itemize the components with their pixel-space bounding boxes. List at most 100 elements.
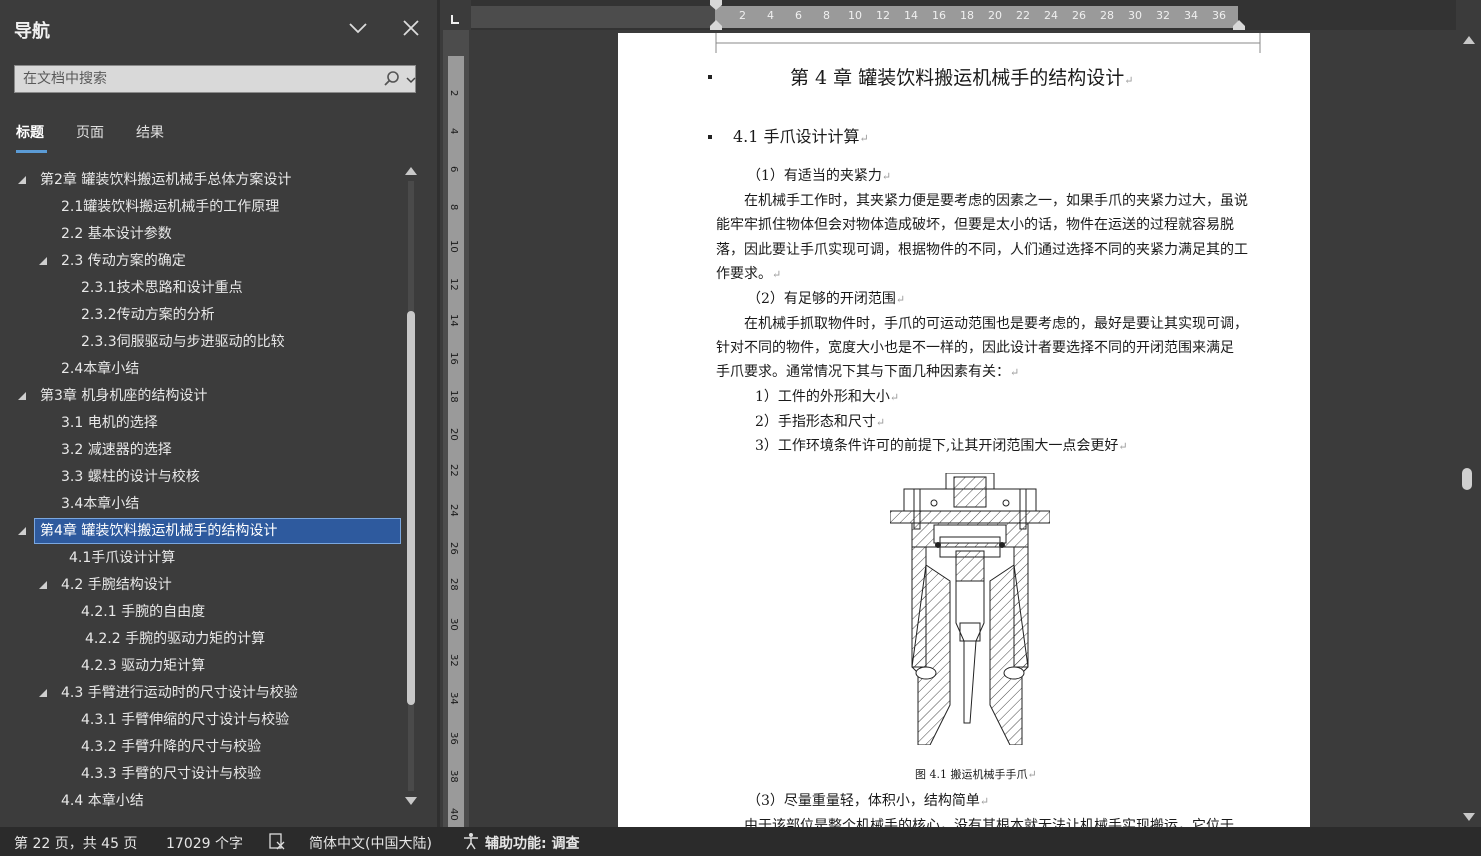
ruler-label: 2	[448, 90, 459, 97]
tree-item-4-2-3[interactable]: 4.2.3 驱动力矩计算	[81, 654, 205, 678]
ruler-label: 28	[448, 578, 459, 591]
scroll-thumb[interactable]	[407, 311, 415, 705]
word-count[interactable]: 17029 个字	[166, 833, 243, 853]
close-icon[interactable]	[399, 16, 423, 40]
tree-item-2-2[interactable]: 2.2 基本设计参数	[61, 222, 172, 246]
tree-item-2-4[interactable]: 2.4本章小结	[61, 357, 139, 381]
tree-item-2-3-3[interactable]: 2.3.3伺服驱动与步进驱动的比较	[81, 330, 285, 354]
ruler-label: 6	[795, 9, 802, 22]
ruler-label: 4	[448, 128, 459, 135]
section-title[interactable]: 4.1 手爪设计计算↵	[733, 123, 869, 147]
document-page[interactable]: 第 4 章 罐装饮料搬运机械手的结构设计↵ 4.1 手爪设计计算↵ （1）有适当…	[618, 33, 1310, 827]
paragraph-line[interactable]: 落，因此要让手爪实现可调，根据物件的不同，人们通过选择不同的夹紧力满足其的工	[716, 238, 1248, 263]
tree-item-4-1[interactable]: 4.1手爪设计计算	[69, 546, 175, 570]
tree-item-4-3[interactable]: 4.3 手臂进行运动时的尺寸设计与校验	[61, 681, 298, 705]
expand-triangle-icon[interactable]	[18, 176, 26, 184]
horizontal-ruler[interactable]: 2 4 6 8 10 12 14 16 18 20 22 24 26 28 30…	[471, 0, 1456, 30]
paragraph-line[interactable]: 针对不同的物件，宽度大小也是不一样的，因此设计者要选择不同的开闭范围来满足	[716, 336, 1234, 361]
page-count[interactable]: 第 22 页，共 45 页	[14, 833, 137, 853]
tab-results[interactable]: 结果	[136, 122, 164, 142]
figure-caption[interactable]: 图 4.1 搬运机械手手爪↵	[915, 766, 1037, 782]
ruler-label: 4	[767, 9, 774, 22]
language-indicator[interactable]: 简体中文(中国大陆)	[309, 833, 432, 853]
pane-splitter[interactable]	[437, 0, 440, 827]
ruler-label: 30	[448, 618, 459, 631]
ruler-label: 20	[448, 428, 459, 441]
expand-triangle-icon[interactable]	[18, 527, 26, 535]
left-tab-stop-icon[interactable]	[450, 10, 460, 24]
scroll-down-arrow-icon[interactable]	[1463, 813, 1475, 821]
active-tab-indicator	[16, 150, 47, 153]
paragraph-line[interactable]: 能牢牢抓住物体但会对物体造成破坏，但要是太小的话，物件在运送的过程就容易脱	[716, 213, 1234, 238]
status-bar: 第 22 页，共 45 页 17029 个字 简体中文(中国大陆) 辅助功能: …	[0, 827, 1481, 856]
tree-item-4-3-3[interactable]: 4.3.3 手臂的尺寸设计与校验	[81, 762, 261, 786]
tree-item-4-2[interactable]: 4.2 手腕结构设计	[61, 573, 172, 597]
indent-marker-icon[interactable]	[709, 0, 723, 30]
vertical-ruler[interactable]: 2 4 6 8 10 12 14 16 18 20 22 24 26 28 30…	[443, 30, 469, 827]
expand-triangle-icon[interactable]	[39, 689, 47, 697]
ruler-label: 12	[876, 9, 890, 22]
tree-item-4-2-1[interactable]: 4.2.1 手腕的自由度	[81, 600, 205, 624]
search-icon[interactable]	[383, 70, 401, 88]
tree-item-3-1[interactable]: 3.1 电机的选择	[61, 411, 158, 435]
proofing-icon[interactable]	[268, 832, 286, 854]
tree-item-2-3[interactable]: 2.3 传动方案的确定	[61, 249, 186, 273]
list-bullet	[708, 75, 712, 79]
factor-item[interactable]: 2）手指形态和尺寸↵	[755, 410, 885, 436]
ruler-label: 20	[988, 9, 1002, 22]
scroll-thumb[interactable]	[1462, 468, 1472, 490]
paragraph-line[interactable]: 在机械手抓取物件时，手爪的可运动范围也是要考虑的，最好是要让其实现可调，	[744, 312, 1248, 337]
scroll-down-arrow-icon[interactable]	[405, 797, 417, 805]
ruler-label: 36	[1212, 9, 1226, 22]
document-scrollbar[interactable]	[1456, 30, 1481, 827]
search-input[interactable]	[15, 66, 393, 92]
paragraph-line[interactable]: 手爪要求。通常情况下其与下面几种因素有关：↵	[716, 360, 1019, 386]
requirement-3[interactable]: （3）尽量重量轻，体积小，结构简单↵	[747, 789, 989, 815]
requirement-1[interactable]: （1）有适当的夹紧力↵	[747, 164, 891, 190]
requirement-2[interactable]: （2）有足够的开闭范围↵	[747, 287, 905, 313]
expand-triangle-icon[interactable]	[18, 392, 26, 400]
ruler-label: 8	[823, 9, 830, 22]
paragraph-line[interactable]: 在机械手工作时，其夹紧力便是要考虑的因素之一，如果手爪的夹紧力过大，虽说	[744, 189, 1248, 214]
tree-item-2-3-1[interactable]: 2.3.1技术思路和设计重点	[81, 276, 243, 300]
tree-item-4-4[interactable]: 4.4 本章小结	[61, 789, 144, 813]
tree-item-ch4-selected[interactable]: 第4章 罐装饮料搬运机械手的结构设计	[34, 518, 401, 544]
ruler-label: 34	[448, 692, 459, 705]
ruler-label: 10	[448, 240, 459, 253]
tree-item-3-2[interactable]: 3.2 减速器的选择	[61, 438, 172, 462]
scroll-up-arrow-icon[interactable]	[405, 167, 417, 175]
tab-pages[interactable]: 页面	[76, 122, 104, 142]
ruler-label: 36	[448, 732, 459, 745]
accessibility-icon[interactable]	[462, 832, 480, 854]
tree-item-ch2[interactable]: 第2章 罐装饮料搬运机械手总体方案设计	[40, 168, 291, 192]
paragraph-line[interactable]: 由于该部位是整个机械手的核心，没有其根本就无法让机械手实现搬运，它位于	[744, 814, 1234, 827]
tree-item-2-1[interactable]: 2.1罐装饮料搬运机械手的工作原理	[61, 195, 279, 219]
tree-item-4-2-2[interactable]: 4.2.2 手腕的驱动力矩的计算	[85, 627, 265, 651]
ruler-label: 26	[448, 542, 459, 555]
expand-triangle-icon[interactable]	[39, 581, 47, 589]
chevron-down-icon[interactable]	[346, 16, 370, 40]
gripper-drawing-figure[interactable]	[890, 473, 1050, 745]
tree-item-4-3-1[interactable]: 4.3.1 手臂伸缩的尺寸设计与校验	[81, 708, 289, 732]
factor-item[interactable]: 3）工作环境条件许可的前提下,让其开闭范围大一点会更好↵	[755, 434, 1128, 460]
ruler-label: 14	[904, 9, 918, 22]
scroll-up-arrow-icon[interactable]	[1463, 36, 1475, 44]
heading-tree: 第2章 罐装饮料搬运机械手总体方案设计 2.1罐装饮料搬运机械手的工作原理 2.…	[0, 167, 405, 815]
factor-item[interactable]: 1）工件的外形和大小↵	[755, 385, 899, 411]
ruler-label: 28	[1100, 9, 1114, 22]
document-canvas[interactable]: 第 4 章 罐装饮料搬运机械手的结构设计↵ 4.1 手爪设计计算↵ （1）有适当…	[471, 30, 1456, 827]
tree-item-3-4[interactable]: 3.4本章小结	[61, 492, 139, 516]
accessibility-status[interactable]: 辅助功能: 调查	[485, 833, 579, 853]
tree-item-4-3-2[interactable]: 4.3.2 手臂升降的尺寸与校验	[81, 735, 261, 759]
tree-item-3-3[interactable]: 3.3 螺柱的设计与校核	[61, 465, 200, 489]
tree-item-ch3[interactable]: 第3章 机身机座的结构设计	[40, 384, 207, 408]
tab-headings[interactable]: 标题	[16, 122, 44, 142]
tree-item-2-3-2[interactable]: 2.3.2传动方案的分析	[81, 303, 215, 327]
expand-triangle-icon[interactable]	[39, 257, 47, 265]
right-indent-marker-icon[interactable]	[1232, 16, 1246, 30]
header-rule	[715, 33, 1261, 53]
paragraph-line[interactable]: 作要求。↵	[716, 262, 781, 288]
chapter-title[interactable]: 第 4 章 罐装饮料搬运机械手的结构设计↵	[790, 63, 1133, 90]
search-options-chevron-icon[interactable]	[404, 72, 418, 86]
nav-scrollbar[interactable]	[402, 165, 420, 810]
